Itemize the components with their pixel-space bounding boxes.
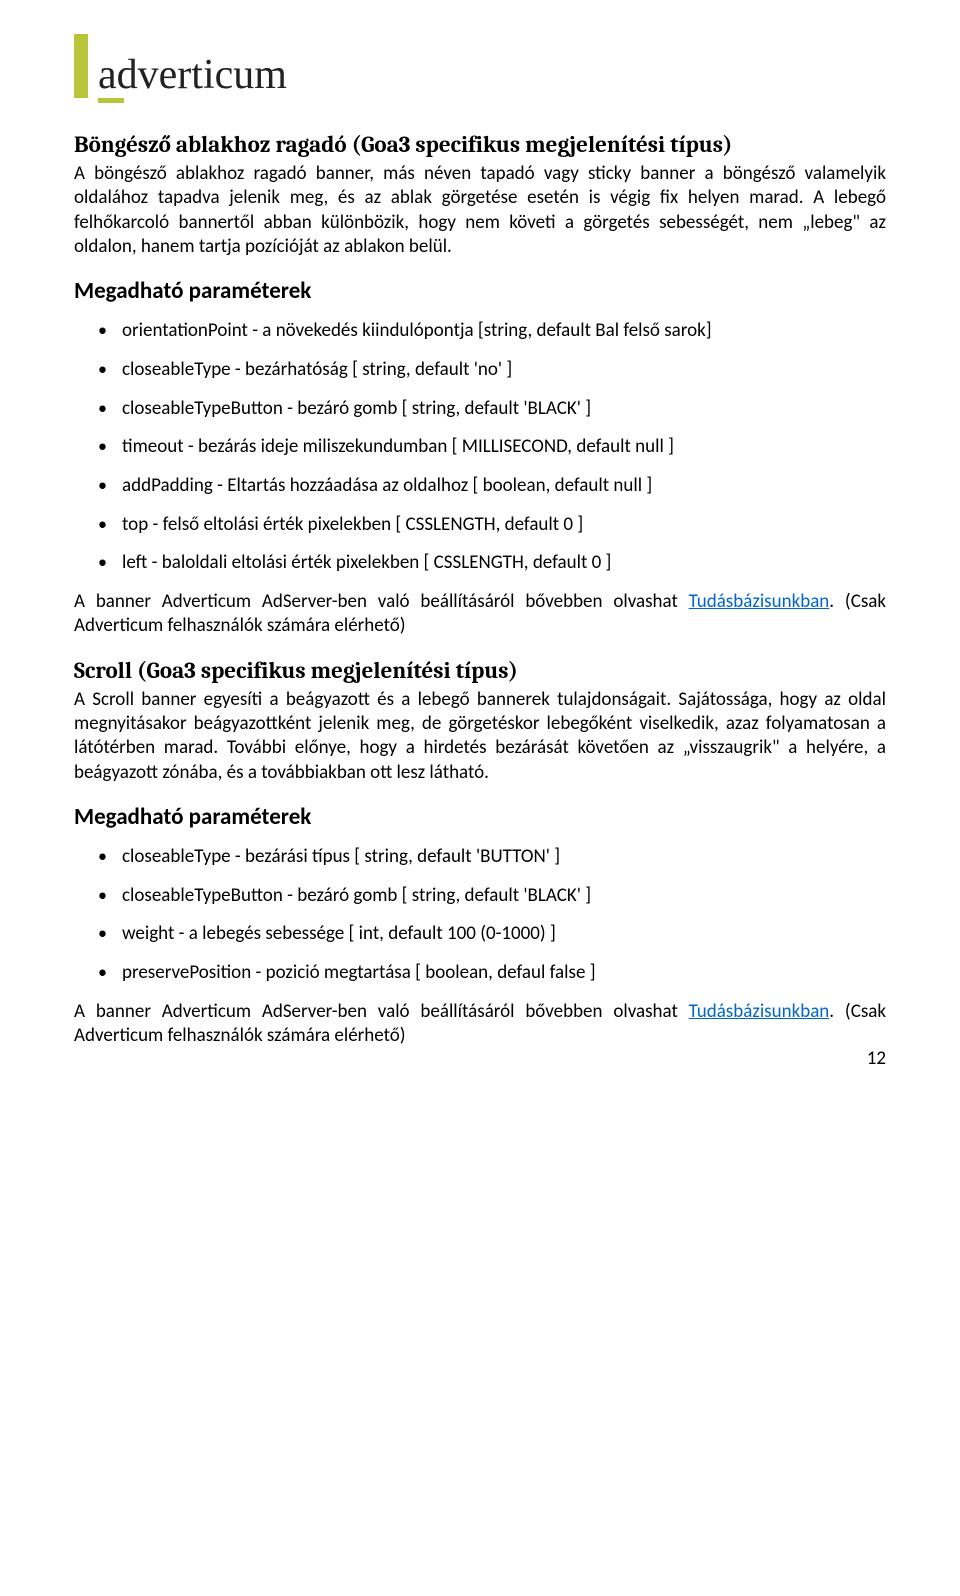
section1-note: A banner Adverticum AdServer-ben való be…	[74, 590, 886, 639]
section1-title: Böngésző ablakhoz ragadó (Goa3 specifiku…	[74, 131, 886, 158]
list-item: addPadding - Eltartás hozzáadása az olda…	[74, 474, 886, 499]
section2-params-title: Megadható paraméterek	[74, 803, 886, 831]
list-item: timeout - bezárás ideje miliszekundumban…	[74, 435, 886, 460]
logo-underline	[98, 98, 124, 103]
section1-para: A böngésző ablakhoz ragadó banner, más n…	[74, 162, 886, 259]
note-pre: A banner Adverticum AdServer-ben való be…	[74, 1000, 689, 1023]
list-item: left - baloldali eltolási érték pixelekb…	[74, 551, 886, 576]
logo: adverticum	[74, 34, 886, 103]
list-item: closeableType - bezárhatóság [ string, d…	[74, 358, 886, 383]
logo-bar	[74, 34, 88, 98]
section2-para: A Scroll banner egyesíti a beágyazott és…	[74, 688, 886, 785]
section2-note: A banner Adverticum AdServer-ben való be…	[74, 1000, 886, 1049]
section2-title: Scroll (Goa3 specifikus megjelenítési tí…	[74, 657, 886, 684]
list-item: closeableTypeButton - bezáró gomb [ stri…	[74, 884, 886, 909]
list-item: closeableType - bezárási típus [ string,…	[74, 845, 886, 870]
section1-params-list: orientationPoint - a növekedés kiindulóp…	[74, 319, 886, 576]
list-item: weight - a lebegés sebessége [ int, defa…	[74, 922, 886, 947]
list-item: preservePosition - pozició megtartása [ …	[74, 961, 886, 986]
page-number: 12	[867, 1047, 886, 1070]
kb-link[interactable]: Tudásbázisunkban	[689, 590, 830, 613]
logo-text: adverticum	[98, 54, 287, 98]
section2-params-list: closeableType - bezárási típus [ string,…	[74, 845, 886, 986]
list-item: orientationPoint - a növekedés kiindulóp…	[74, 319, 886, 344]
note-pre: A banner Adverticum AdServer-ben való be…	[74, 590, 689, 613]
kb-link[interactable]: Tudásbázisunkban	[689, 1000, 830, 1023]
section1-params-title: Megadható paraméterek	[74, 277, 886, 305]
list-item: closeableTypeButton - bezáró gomb [ stri…	[74, 397, 886, 422]
list-item: top - felső eltolási érték pixelekben [ …	[74, 513, 886, 538]
